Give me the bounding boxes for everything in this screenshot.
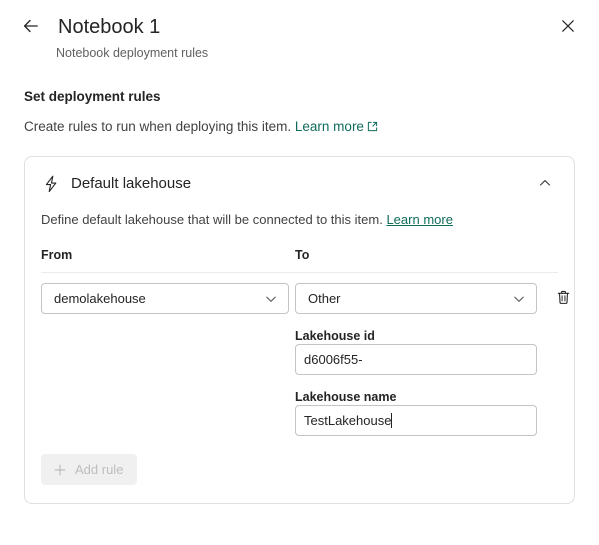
card-learn-more-link[interactable]: Learn more [386, 212, 452, 227]
column-divider [41, 272, 558, 273]
section-description: Create rules to run when deploying this … [24, 117, 575, 137]
from-column: demolakehouse [41, 283, 289, 436]
close-button[interactable] [553, 12, 583, 42]
to-target-select[interactable]: Other [295, 283, 537, 314]
from-lakehouse-select[interactable]: demolakehouse [41, 283, 289, 314]
section-learn-more-link[interactable]: Learn more [295, 119, 378, 134]
card-header: Default lakehouse [41, 171, 558, 197]
external-link-icon [367, 118, 378, 137]
close-icon [560, 18, 576, 37]
to-column-header: To [295, 247, 537, 263]
lakehouse-id-value: d6006f55- [304, 352, 363, 367]
section-learn-more-label: Learn more [294, 119, 364, 134]
section-description-text: Create rules to run when deploying this … [24, 119, 292, 134]
from-column-header: From [41, 247, 289, 263]
chevron-up-icon [538, 176, 552, 193]
actions-column-header [537, 247, 581, 263]
default-lakehouse-rule-card: Default lakehouse Define default lakehou… [24, 156, 575, 504]
lightning-bolt-icon [41, 174, 61, 194]
card-description: Define default lakehouse that will be co… [41, 211, 558, 229]
to-target-value: Other [308, 291, 341, 306]
delete-rule-button[interactable] [547, 283, 579, 314]
chevron-down-icon [512, 292, 526, 306]
from-label: From [41, 248, 73, 262]
section-title: Set deployment rules [24, 89, 161, 104]
add-rule-button[interactable]: Add rule [41, 454, 138, 485]
text-cursor [391, 413, 393, 428]
plus-icon [53, 463, 67, 477]
lakehouse-name-value: TestLakehouse [304, 413, 392, 428]
from-lakehouse-value: demolakehouse [54, 291, 146, 306]
lakehouse-name-label: Lakehouse name [295, 390, 397, 404]
card-description-text: Define default lakehouse that will be co… [41, 212, 383, 227]
panel-header: Notebook 1 Notebook deployment rules [0, 0, 599, 62]
panel-subtitle: Notebook deployment rules [56, 46, 209, 60]
lakehouse-id-label: Lakehouse id [295, 329, 375, 343]
rule-column-headers: From To [41, 247, 558, 263]
deployment-rules-section: Set deployment rules Create rules to run… [0, 88, 599, 137]
lakehouse-id-input[interactable]: d6006f55- [295, 344, 537, 375]
deployment-rules-panel: Notebook 1 Notebook deployment rules Set… [0, 0, 599, 545]
to-column: Other Lakehouse id d6006f55- Lakehouse n… [295, 283, 537, 436]
card-title: Default lakehouse [71, 175, 192, 192]
back-button[interactable] [16, 12, 46, 42]
actions-column [537, 283, 581, 436]
collapse-card-button[interactable] [532, 171, 558, 197]
rule-row: demolakehouse Other Lakehouse id d6006f5… [41, 283, 569, 436]
add-rule-label: Add rule [75, 462, 124, 477]
to-label: To [295, 248, 310, 262]
arrow-left-icon [22, 17, 40, 38]
lakehouse-name-input[interactable]: TestLakehouse [295, 405, 537, 436]
trash-icon [555, 289, 572, 309]
chevron-down-icon [264, 292, 278, 306]
page-title: Notebook 1 [58, 16, 161, 38]
